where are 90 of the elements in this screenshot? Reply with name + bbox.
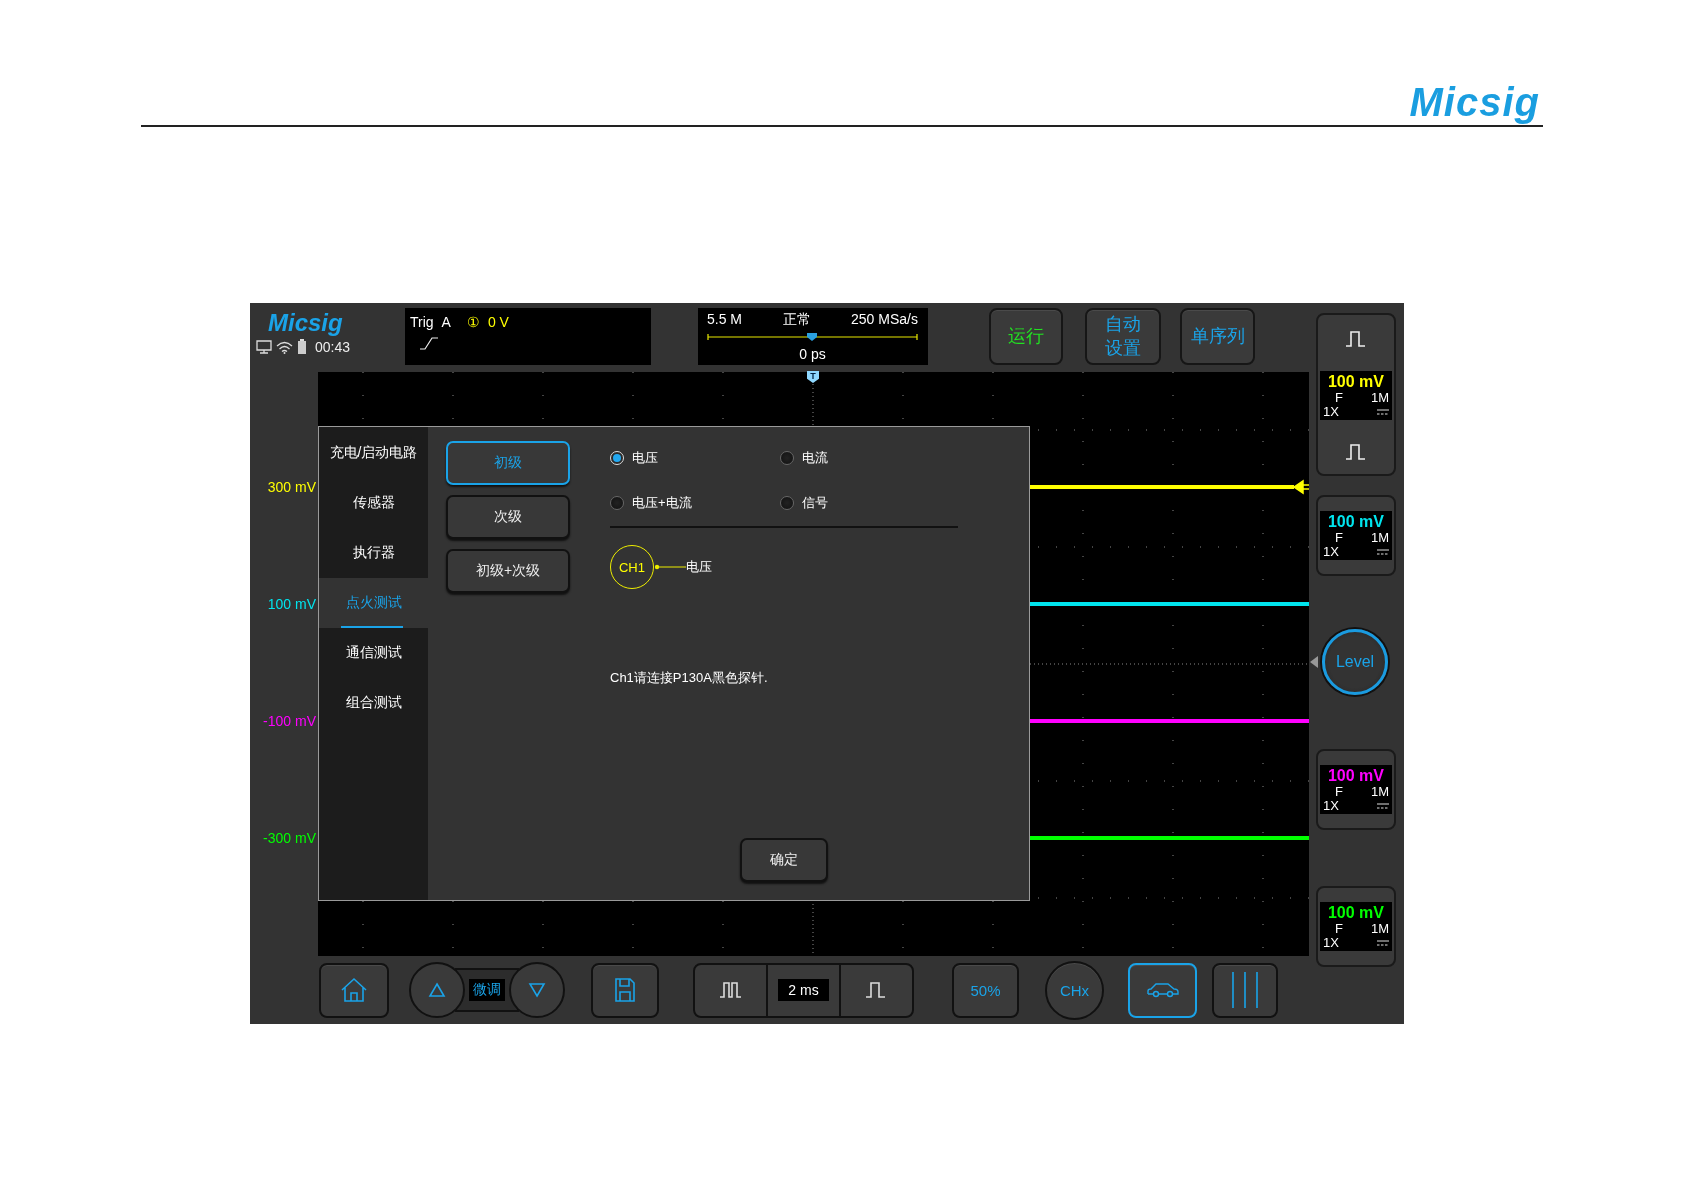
- dc-coupling-icon: [1377, 409, 1389, 415]
- category-item[interactable]: 充电/启动电路: [319, 428, 428, 478]
- channel-bandwidth: F: [1334, 922, 1344, 936]
- radio-label: 信号: [802, 494, 828, 512]
- category-item[interactable]: 通信测试: [319, 628, 428, 678]
- channel-button[interactable]: CHx: [1045, 960, 1104, 1020]
- trigger-level-icon: [1293, 479, 1309, 494]
- radio-button[interactable]: [610, 496, 624, 510]
- level-knob[interactable]: Level: [1322, 629, 1388, 695]
- device-logo: Micsig: [268, 309, 343, 337]
- channel-card[interactable]: 100 mV F 1M 1X: [1316, 495, 1396, 576]
- sample-rate: 250 MSa/s: [851, 311, 918, 329]
- category-item[interactable]: 组合测试: [319, 678, 428, 728]
- wifi-icon: [276, 340, 293, 354]
- level-pointer-icon: [1310, 656, 1318, 668]
- triangle-up-icon: [428, 982, 446, 998]
- pulse-train-icon: [719, 980, 742, 1000]
- radio-label: 电压: [632, 449, 658, 467]
- scale-label: -300 mV: [263, 829, 316, 848]
- channel-impedance: 1M: [1369, 785, 1389, 799]
- channel-card[interactable]: 100 mV F 1M 1X: [1316, 886, 1396, 967]
- channel-card[interactable]: 100 mV F 1M 1X: [1316, 313, 1396, 476]
- mode-button[interactable]: 初级: [446, 441, 570, 485]
- probe-ratio: 1X: [1323, 799, 1340, 813]
- channel-impedance: 1M: [1369, 531, 1389, 545]
- instruction-text: Ch1请连接P130A黑色探针.: [610, 669, 769, 687]
- mode-button[interactable]: 次级: [446, 495, 570, 539]
- channel-bandwidth: F: [1334, 531, 1344, 545]
- scale-label: -100 mV: [263, 712, 316, 731]
- dc-coupling-icon: [1377, 549, 1389, 555]
- down-button[interactable]: [509, 962, 565, 1018]
- channel-scale: 100 mV: [1326, 512, 1385, 531]
- probe-ratio: 1X: [1323, 545, 1340, 559]
- category-item[interactable]: 执行器: [319, 528, 428, 578]
- vehicle-button[interactable]: [1128, 962, 1197, 1018]
- triangle-down-icon: [528, 982, 546, 998]
- channel-bandwidth: F: [1334, 785, 1344, 799]
- channel-bandwidth: F: [1334, 391, 1344, 405]
- save-button[interactable]: [591, 962, 659, 1018]
- battery-icon: [297, 339, 307, 355]
- channel-impedance: 1M: [1369, 922, 1389, 936]
- trigger-channel: ①: [466, 314, 480, 330]
- radio-button[interactable]: [780, 496, 794, 510]
- radio-label: 电流: [802, 449, 828, 467]
- trigger-source: A: [441, 314, 451, 330]
- memory-depth: 5.5 M: [707, 311, 742, 329]
- fine-tune-label: 微调: [469, 979, 505, 1001]
- dc-coupling-icon: [1377, 803, 1389, 809]
- channel-scale: 100 mV: [1326, 766, 1385, 785]
- car-icon: [1145, 982, 1180, 998]
- scale-label: 300 mV: [267, 478, 316, 497]
- signal-label: 电压: [686, 558, 712, 576]
- top-button[interactable]: 单序列: [1180, 308, 1255, 365]
- pulse-icon: [1344, 442, 1368, 462]
- trigger-level: 0 V: [487, 314, 509, 330]
- confirm-button[interactable]: 确定: [740, 838, 828, 882]
- radio-label: 电压+电流: [632, 494, 692, 512]
- timebase-value: 2 ms: [778, 979, 829, 1001]
- horizontal-position: 0 ps: [798, 346, 827, 362]
- cursor-lines-icon: [1230, 972, 1260, 1008]
- category-item[interactable]: 传感器: [319, 478, 428, 528]
- channel-scale: 100 mV: [1326, 372, 1385, 391]
- probe-ratio: 1X: [1323, 936, 1340, 950]
- pulse-icon: [1344, 329, 1368, 349]
- home-button[interactable]: [319, 962, 389, 1018]
- channel-scale: 100 mV: [1326, 903, 1385, 922]
- channel-card[interactable]: 100 mV F 1M 1X: [1316, 749, 1396, 830]
- top-button[interactable]: 自动设置: [1085, 308, 1161, 365]
- scale-label: 100 mV: [267, 595, 316, 614]
- acquisition-mode: 正常: [782, 311, 811, 329]
- fifty-percent-button[interactable]: 50%: [952, 962, 1019, 1018]
- probe-ratio: 1X: [1323, 405, 1340, 419]
- monitor-icon: [256, 340, 272, 354]
- channel-impedance: 1M: [1369, 391, 1389, 405]
- home-icon: [340, 977, 368, 1003]
- dc-coupling-icon: [1377, 940, 1389, 946]
- radio-button[interactable]: [780, 451, 794, 465]
- top-button[interactable]: 运行: [989, 308, 1063, 365]
- up-button[interactable]: [409, 962, 465, 1018]
- rising-edge-icon: [420, 336, 438, 350]
- trigger-label: Trig: [410, 314, 434, 330]
- brand-logo: Micsig: [1409, 80, 1540, 125]
- clock-time: 00:43: [315, 339, 351, 355]
- pulse-icon: [865, 980, 888, 1000]
- save-icon: [614, 977, 636, 1003]
- mode-button[interactable]: 初级+次级: [446, 549, 570, 593]
- category-item[interactable]: 点火测试: [319, 578, 428, 628]
- trigger-marker: T: [807, 371, 819, 383]
- connector-line: [654, 564, 686, 570]
- cursor-button[interactable]: [1212, 962, 1278, 1018]
